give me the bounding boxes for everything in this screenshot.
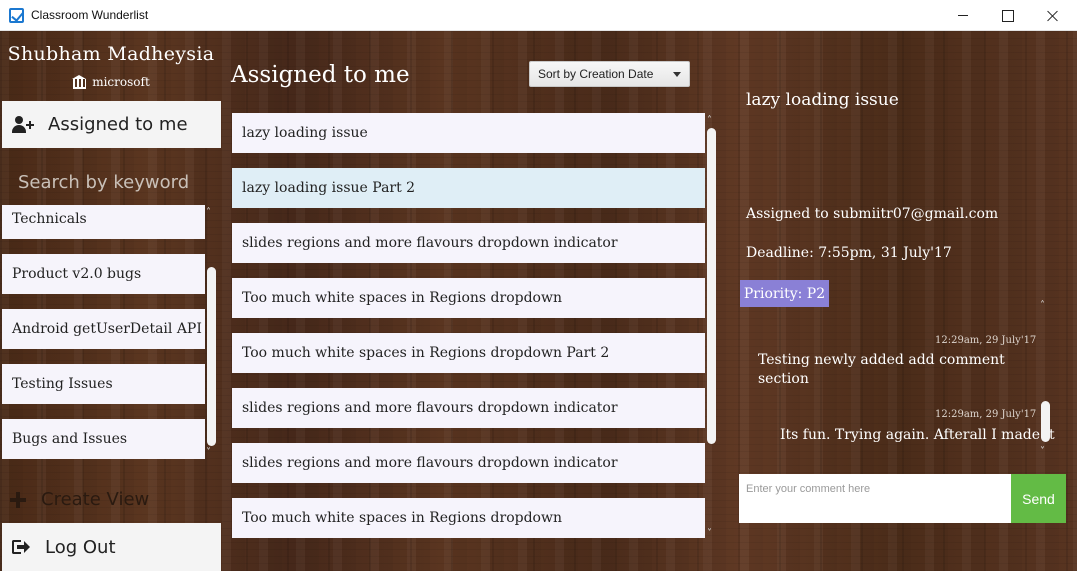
user-name: Shubham Madheysia [7,43,215,65]
maximize-button[interactable] [985,0,1031,31]
comment-text: Testing newly added add comment section [758,352,1005,387]
task-item-selected[interactable]: lazy loading issue Part 2 [232,168,705,208]
comments-scrollbar-thumb[interactable] [1041,401,1050,442]
org-name: microsoft [92,75,150,89]
comment-timestamp: 12:29am, 29 July'17 [935,409,1037,420]
task-item[interactable]: lazy loading issue [232,113,705,153]
view-item[interactable]: Product v2.0 bugs [2,254,205,294]
user-plus-icon [12,115,34,134]
views-list: Technicals Product v2.0 bugs Android get… [2,205,205,463]
task-item[interactable]: slides regions and more flavours dropdow… [232,223,705,263]
task-item[interactable]: Too much white spaces in Regions dropdow… [232,333,705,373]
tasks-scroll-down-icon[interactable]: ˅ [707,528,712,539]
plus-icon [10,491,26,508]
chevron-down-icon [673,72,681,77]
deadline-text: Deadline: 7:55pm, 31 July'17 [746,245,952,261]
checkbox-app-icon [9,8,24,23]
org-label: microsoft [0,75,222,89]
sign-out-icon [12,539,30,555]
create-view-button[interactable]: Create View [10,489,149,510]
comments-scroll-down-icon[interactable]: ˅ [1040,446,1045,457]
nav-assigned-to-me[interactable]: Assigned to me [2,101,221,148]
priority-badge: Priority: P2 [740,280,829,307]
assigned-to-text: Assigned to submiitr07@gmail.com [746,206,999,222]
nav-assigned-label: Assigned to me [48,114,188,135]
views-scroll-up-icon[interactable]: ˄ [206,207,211,218]
task-item[interactable]: Too much white spaces in Regions dropdow… [232,278,705,318]
tasks-scroll-up-icon[interactable]: ˄ [707,115,712,126]
comments-scroll-up-icon[interactable]: ˄ [1040,300,1045,311]
views-scrollbar-thumb[interactable] [207,267,216,446]
task-item[interactable]: slides regions and more flavours dropdow… [232,388,705,428]
close-button[interactable] [1030,0,1076,31]
task-detail-title: lazy loading issue [746,90,899,110]
title-bar: Classroom Wunderlist [0,0,1077,31]
view-item[interactable]: Testing Issues [2,364,205,404]
views-scroll-down-icon[interactable]: ˅ [206,447,211,458]
comment-input[interactable] [739,474,1011,523]
send-button[interactable]: Send [1011,474,1066,523]
sort-dropdown[interactable]: Sort by Creation Date [529,61,690,87]
logout-label: Log Out [45,536,116,558]
comment-timestamp: 12:29am, 29 July'17 [935,335,1037,346]
view-item[interactable]: Bugs and Issues [2,419,205,459]
page-title: Assigned to me [231,62,410,88]
minimize-button[interactable] [940,0,986,31]
logout-button[interactable]: Log Out [2,523,221,571]
comment-text: Its fun. Trying again. Afterall I made i… [780,427,1055,443]
tasks-scrollbar-thumb[interactable] [707,128,716,444]
keyword-search-input[interactable] [2,160,221,204]
view-item[interactable]: Android getUserDetail API [2,309,205,349]
bank-icon [72,75,87,89]
task-item[interactable]: Too much white spaces in Regions dropdow… [232,498,705,538]
sort-selected-value: Sort by Creation Date [538,67,654,81]
task-list: lazy loading issue lazy loading issue Pa… [232,113,705,543]
create-view-label: Create View [41,489,150,510]
view-item[interactable]: Technicals [2,205,205,239]
window-title: Classroom Wunderlist [31,8,149,22]
task-item[interactable]: slides regions and more flavours dropdow… [232,443,705,483]
